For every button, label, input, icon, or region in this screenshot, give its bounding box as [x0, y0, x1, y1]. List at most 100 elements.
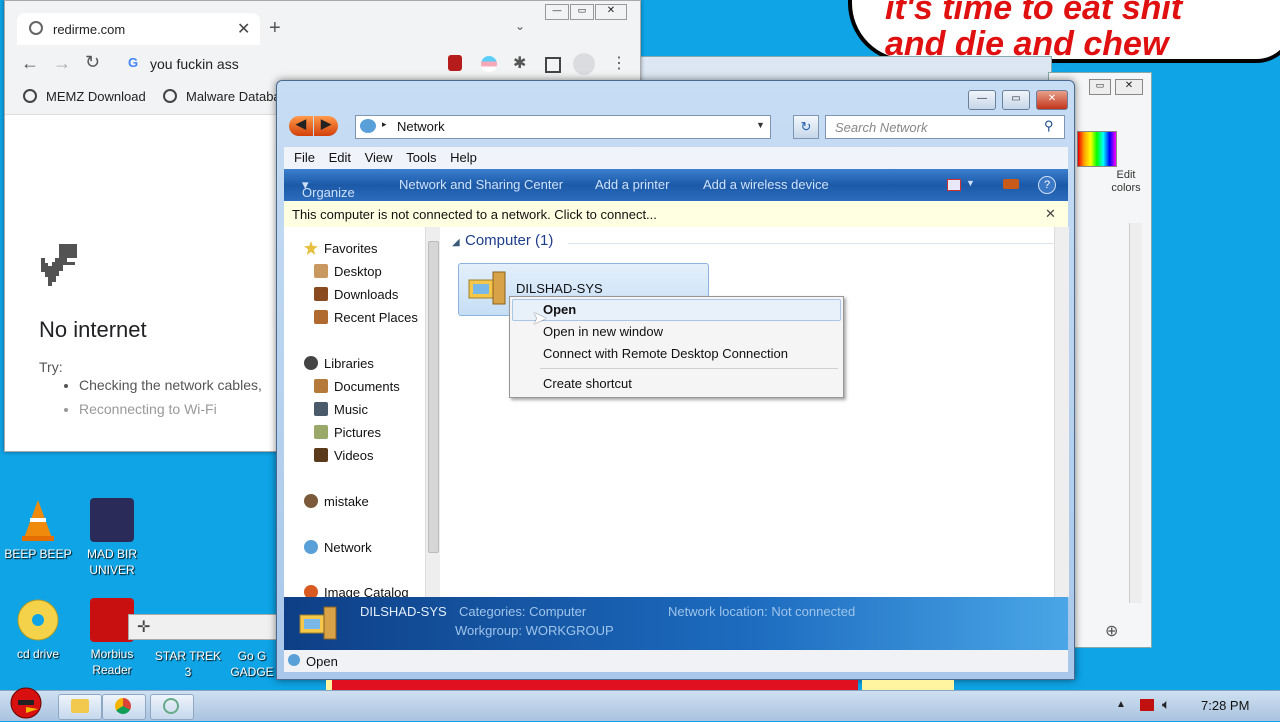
- context-create-shortcut[interactable]: Create shortcut: [543, 376, 632, 391]
- reload-icon[interactable]: ↻: [85, 52, 100, 73]
- suggestion-item: Reconnecting to Wi-Fi: [79, 397, 262, 421]
- yellow-strip: [862, 680, 954, 690]
- menu-view[interactable]: View: [365, 147, 393, 169]
- clock[interactable]: 7:28 PM: [1201, 698, 1249, 713]
- ublock-icon[interactable]: [448, 55, 462, 71]
- address-bar[interactable]: ▸ Network ▼: [355, 115, 771, 139]
- refresh-icon[interactable]: ↻: [793, 115, 819, 139]
- speech-bubble-text: it's time to eat shit and die and chew: [885, 0, 1182, 62]
- breadcrumb-network[interactable]: Network: [397, 119, 445, 134]
- search-placeholder: Search Network: [835, 120, 928, 135]
- menu-file[interactable]: File: [294, 147, 315, 169]
- browser-tab[interactable]: redirme.com ✕: [17, 13, 260, 45]
- edit-colors-label[interactable]: Edit colors: [1101, 169, 1151, 195]
- search-icon[interactable]: ⚲: [1044, 118, 1054, 134]
- show-hidden-icons[interactable]: ▲: [1116, 699, 1126, 710]
- help-icon[interactable]: ?: [1038, 176, 1056, 194]
- forward-icon[interactable]: →: [53, 53, 71, 74]
- desktop-icon-vlc[interactable]: BEEP BEEP: [0, 498, 76, 562]
- bookmark-memz[interactable]: MEMZ Download: [46, 89, 146, 104]
- bookmark-malware[interactable]: Malware Databa: [186, 89, 281, 104]
- desktop-icon-cd-drive[interactable]: cd drive: [0, 598, 76, 662]
- vlc-icon: [16, 498, 60, 542]
- details-value: WORKGROUP: [525, 623, 614, 638]
- omnibox[interactable]: G you fuckin ass: [120, 49, 438, 79]
- chevron-down-icon[interactable]: ▼: [966, 178, 975, 188]
- details-name: DILSHAD-SYS: [360, 604, 447, 619]
- vertical-scrollbar[interactable]: [1129, 223, 1142, 603]
- puzzle-icon[interactable]: ✱: [513, 53, 526, 73]
- side-panel-icon[interactable]: [545, 57, 561, 73]
- back-icon[interactable]: ◀: [289, 116, 313, 136]
- close-tab-icon[interactable]: ✕: [237, 19, 250, 39]
- details-pane: DILSHAD-SYS Categories: Computer Network…: [284, 597, 1068, 650]
- menu-tools[interactable]: Tools: [406, 147, 436, 169]
- context-open[interactable]: Open: [543, 302, 576, 317]
- context-open-new-window[interactable]: Open in new window: [543, 324, 663, 339]
- desktop-icon-star-trek[interactable]: STAR TREK 3: [150, 648, 226, 680]
- close-button[interactable]: ✕: [595, 4, 627, 20]
- close-button[interactable]: ✕: [1115, 79, 1143, 95]
- info-bar[interactable]: This computer is not connected to a netw…: [284, 201, 1068, 228]
- add-wireless-device-button[interactable]: Add a wireless device: [703, 177, 829, 192]
- angry-bird-icon: [90, 498, 134, 542]
- taskbar-paint[interactable]: [150, 694, 194, 720]
- organize-button[interactable]: Organize ▾: [302, 177, 355, 200]
- minimize-button[interactable]: —: [545, 4, 569, 20]
- desktop-icon-gadget[interactable]: Go G GADGE: [228, 648, 276, 680]
- taskbar-chrome[interactable]: [102, 694, 146, 720]
- menu-icon[interactable]: ⋮: [611, 53, 627, 73]
- network-sharing-center-button[interactable]: Network and Sharing Center: [399, 177, 563, 192]
- group-divider: [568, 243, 1058, 244]
- maximize-button[interactable]: ▭: [570, 4, 594, 20]
- group-header[interactable]: Computer (1): [465, 232, 553, 249]
- context-remote-desktop[interactable]: Connect with Remote Desktop Connection: [543, 346, 788, 361]
- add-printer-button[interactable]: Add a printer: [595, 177, 669, 192]
- command-bar: Organize ▾ Network and Sharing Center Ad…: [284, 169, 1068, 201]
- taskbar: ▲ 🔈︎ 7:28 PM: [0, 687, 1280, 721]
- icon-label: Morbius: [90, 647, 134, 661]
- globe-icon: [163, 89, 177, 103]
- restore-button[interactable]: ▭: [1089, 79, 1111, 95]
- taskbar-explorer[interactable]: [58, 694, 102, 720]
- edit-colors-icon[interactable]: [1077, 131, 1117, 167]
- menu-bar: File Edit View Tools Help: [284, 147, 1068, 169]
- dinosaur-icon[interactable]: [41, 244, 79, 286]
- icon-label: GADGE: [230, 665, 274, 679]
- details-label: Workgroup:: [455, 623, 522, 638]
- close-icon[interactable]: ✕: [1045, 206, 1056, 222]
- desktop-icon-mad-birds[interactable]: MAD BIR UNIVER: [74, 498, 150, 578]
- suggestion-item: Checking the network cables,: [79, 373, 262, 397]
- profile-icon[interactable]: [573, 53, 595, 75]
- volume-icon[interactable]: 🔈︎: [1162, 696, 1170, 713]
- details-label: Categories:: [459, 604, 526, 619]
- zoom-in-icon[interactable]: ⊕: [1105, 621, 1118, 641]
- forward-icon[interactable]: ▶: [314, 116, 338, 136]
- globe-icon: [29, 21, 43, 35]
- move-icon[interactable]: ✛: [137, 617, 150, 637]
- change-view-icon[interactable]: [947, 179, 961, 191]
- content-scrollbar[interactable]: [1054, 227, 1069, 597]
- maximize-button[interactable]: ▭: [1002, 90, 1030, 110]
- paint-icon: [163, 698, 179, 714]
- icon-label: Go G: [237, 649, 267, 663]
- minimize-button[interactable]: —: [968, 90, 996, 110]
- chevron-down-icon[interactable]: ▼: [756, 120, 765, 130]
- address-input[interactable]: you fuckin ass: [150, 56, 239, 72]
- collapse-icon[interactable]: ◢: [452, 237, 460, 248]
- menu-help[interactable]: Help: [450, 147, 477, 169]
- menu-edit[interactable]: Edit: [329, 147, 351, 169]
- tab-search-icon[interactable]: ⌄: [515, 19, 525, 33]
- start-button[interactable]: [4, 683, 48, 719]
- extension-icon[interactable]: [481, 56, 497, 72]
- chrome-icon: [115, 698, 131, 714]
- icon-label: BEEP BEEP: [4, 547, 72, 561]
- search-input[interactable]: Search Network ⚲: [825, 115, 1065, 139]
- new-tab-icon[interactable]: +: [269, 17, 281, 40]
- chevron-right-icon[interactable]: ▸: [382, 119, 387, 130]
- tray-app-icon[interactable]: [1140, 699, 1154, 711]
- preview-pane-icon[interactable]: [1003, 179, 1019, 189]
- close-button[interactable]: ✕: [1036, 90, 1068, 110]
- red-strip: [332, 680, 858, 690]
- back-icon[interactable]: ←: [21, 53, 39, 74]
